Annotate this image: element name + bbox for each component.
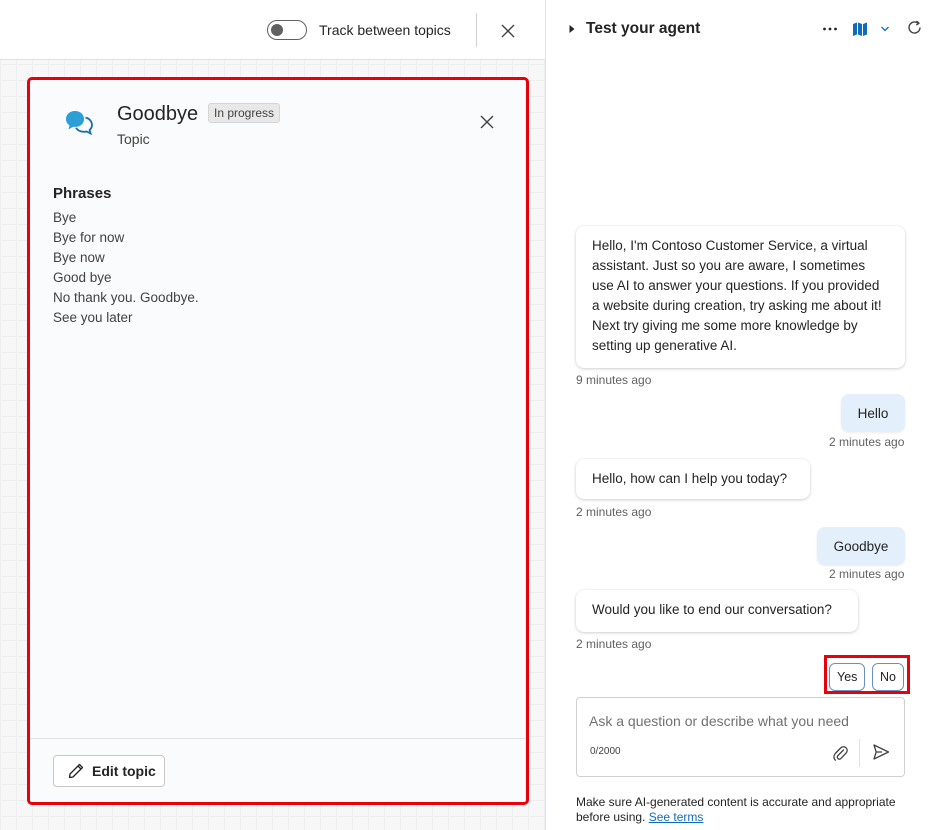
phrase-item: Bye now — [53, 250, 105, 265]
pencil-icon — [68, 763, 84, 779]
chat-bubbles-icon — [66, 111, 93, 136]
status-badge: In progress — [208, 103, 281, 123]
disclaimer-text: Make sure AI-generated content is accura… — [576, 795, 896, 824]
phrase-item: Bye for now — [53, 230, 125, 245]
topic-title: Goodbye — [117, 103, 199, 125]
phrase-item: Good bye — [53, 270, 112, 285]
test-pane-title: Test your agent — [586, 20, 701, 37]
bot-message: Hello, how can I help you today? — [576, 459, 810, 499]
chevron-down-icon[interactable] — [880, 25, 890, 33]
close-panel-icon[interactable] — [478, 113, 496, 131]
send-icon[interactable] — [872, 743, 890, 761]
message-timestamp: 2 minutes ago — [576, 505, 652, 519]
phrases-heading: Phrases — [53, 185, 112, 202]
authoring-canvas: Track between topics Goodbye In progress… — [0, 0, 546, 830]
more-icon[interactable] — [822, 26, 838, 32]
ai-disclaimer: Make sure AI-generated content is accura… — [576, 795, 916, 825]
canvas-toolbar: Track between topics — [0, 0, 545, 60]
topic-details-panel: Goodbye In progress Topic Phrases Bye By… — [27, 77, 529, 805]
bot-message: Would you like to end our conversation? — [576, 590, 858, 632]
toolbar-divider — [476, 13, 477, 47]
chat-input-box: 0/2000 — [576, 697, 905, 777]
user-message: Hello — [841, 394, 905, 432]
chat-input[interactable] — [589, 710, 889, 732]
topic-subtitle: Topic — [117, 131, 150, 147]
edit-topic-label: Edit topic — [92, 763, 156, 779]
toggle-label: Track between topics — [319, 22, 451, 38]
phrase-list: Bye Bye for now Bye now Good bye No than… — [53, 208, 199, 328]
see-terms-link[interactable]: See terms — [649, 810, 704, 824]
user-message: Goodbye — [817, 527, 905, 565]
close-icon[interactable] — [497, 20, 519, 42]
input-divider — [859, 739, 860, 767]
refresh-icon[interactable] — [906, 19, 923, 36]
char-count: 0/2000 — [590, 746, 621, 757]
bot-message-text: Would you like to end our conversation? — [592, 602, 832, 617]
user-message-text: Hello — [857, 406, 889, 421]
no-button[interactable]: No — [872, 663, 904, 691]
panel-footer-divider — [30, 738, 526, 739]
suggested-actions: Yes No — [824, 655, 910, 694]
yes-button[interactable]: Yes — [829, 663, 866, 691]
map-icon[interactable] — [852, 21, 868, 37]
phrase-item: No thank you. Goodbye. — [53, 290, 199, 305]
message-timestamp: 2 minutes ago — [829, 567, 905, 581]
message-timestamp: 2 minutes ago — [829, 435, 905, 449]
bot-message: Hello, I'm Contoso Customer Service, a v… — [576, 226, 905, 368]
message-timestamp: 2 minutes ago — [576, 637, 652, 651]
toggle-knob — [271, 24, 283, 36]
test-agent-pane: Test your agent Hello, I'm Contoso Custo… — [546, 0, 945, 830]
bot-message-text: Hello, I'm Contoso Customer Service, a v… — [592, 238, 882, 353]
track-between-topics-toggle[interactable] — [267, 20, 307, 40]
phrase-item: See you later — [53, 310, 133, 325]
test-pane-header: Test your agent — [546, 0, 945, 58]
paperclip-icon[interactable] — [832, 744, 848, 762]
user-message-text: Goodbye — [833, 539, 889, 554]
edit-topic-button[interactable]: Edit topic — [53, 755, 165, 787]
caret-right-icon[interactable] — [568, 24, 576, 34]
message-timestamp: 9 minutes ago — [576, 373, 652, 387]
phrase-item: Bye — [53, 210, 77, 225]
bot-message-text: Hello, how can I help you today? — [592, 471, 788, 486]
